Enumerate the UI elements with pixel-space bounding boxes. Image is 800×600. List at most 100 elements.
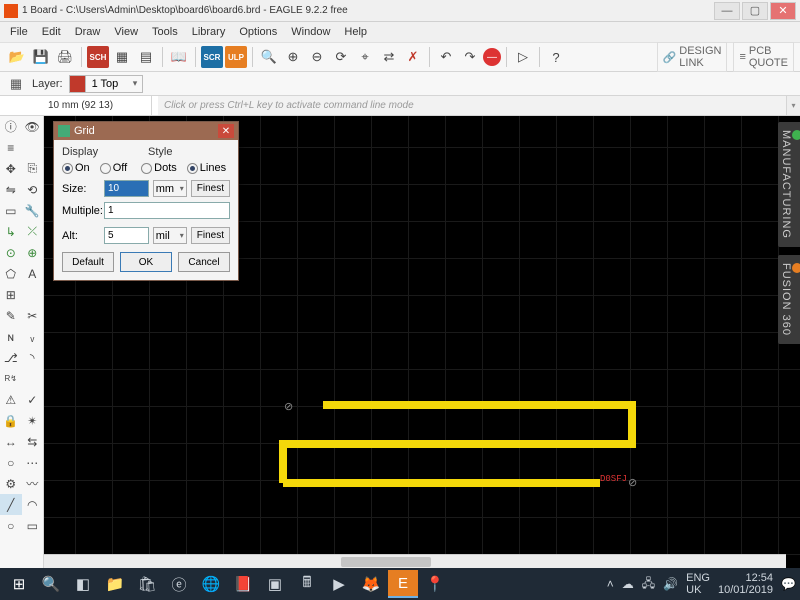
ratsnest-tool-icon[interactable]: R↯: [0, 368, 22, 389]
taskbar-calc-icon[interactable]: 🖩: [292, 570, 322, 598]
menu-options[interactable]: Options: [233, 24, 283, 40]
board-icon[interactable]: ▦: [111, 46, 133, 68]
command-history-dropdown[interactable]: ▾: [786, 96, 800, 115]
print-icon[interactable]: 🖨: [54, 46, 76, 68]
taskbar-media-icon[interactable]: ▶: [324, 570, 354, 598]
scr-button[interactable]: SCR: [201, 46, 223, 68]
help-icon[interactable]: ?: [545, 46, 567, 68]
zoom-select-icon[interactable]: ⌖: [354, 46, 376, 68]
tray-notifications-icon[interactable]: 💬: [781, 577, 796, 591]
ripup-tool-icon[interactable]: ⤫: [22, 221, 44, 242]
attribute-tool-icon[interactable]: ⋯: [22, 452, 44, 473]
sch-button[interactable]: SCH: [87, 46, 109, 68]
lock-tool-icon[interactable]: 🔒: [0, 410, 22, 431]
ok-button[interactable]: OK: [120, 252, 172, 272]
eye-tool-icon[interactable]: 👁: [22, 116, 44, 137]
style-lines-radio[interactable]: [187, 163, 198, 174]
zoom-redraw-icon[interactable]: ⟳: [330, 46, 352, 68]
smash-tool-icon[interactable]: ✴: [22, 410, 44, 431]
menu-draw[interactable]: Draw: [69, 24, 107, 40]
optimize-tool-icon[interactable]: ⚙: [0, 473, 22, 494]
menu-help[interactable]: Help: [338, 24, 373, 40]
taskbar-explorer-icon[interactable]: 📁: [100, 570, 130, 598]
taskbar-pdf-icon[interactable]: 📕: [228, 570, 258, 598]
arc-tool-icon[interactable]: ◠: [22, 494, 44, 515]
manufacturing-tab[interactable]: MANUFACTURING: [778, 122, 800, 247]
grid-dialog-close-button[interactable]: ✕: [218, 124, 234, 138]
alt-finest-button[interactable]: Finest: [191, 227, 230, 244]
menu-view[interactable]: View: [108, 24, 144, 40]
polygon-tool-icon[interactable]: ⬠: [0, 263, 22, 284]
value-tool-icon[interactable]: ᵥ: [22, 326, 44, 347]
info-tool-icon[interactable]: ⓘ: [0, 116, 22, 137]
layers-tool-icon[interactable]: ≡: [0, 137, 22, 158]
command-line[interactable]: Click or press Ctrl+L key to activate co…: [158, 96, 786, 115]
taskbar-app-icon[interactable]: 📍: [420, 570, 450, 598]
display-on-radio[interactable]: [62, 163, 73, 174]
edit-tool-icon[interactable]: ✎: [0, 305, 22, 326]
mirror-tool-icon[interactable]: ⇋: [0, 179, 22, 200]
grid-toggle-icon[interactable]: ▦: [6, 74, 26, 94]
change-tool-icon[interactable]: 🔧: [22, 200, 44, 221]
redo-icon[interactable]: ↷: [459, 46, 481, 68]
split-tool-icon[interactable]: ⎇: [0, 347, 22, 368]
design-link-button[interactable]: 🔗DESIGN LINK: [657, 42, 728, 72]
menu-tools[interactable]: Tools: [146, 24, 184, 40]
display-off-radio[interactable]: [100, 163, 111, 174]
pcb-quote-button[interactable]: ≡PCB QUOTE: [733, 42, 794, 72]
default-button[interactable]: Default: [62, 252, 114, 272]
line-tool-icon[interactable]: ╱: [0, 494, 22, 515]
taskbar-edge-icon[interactable]: ⓔ: [164, 570, 194, 598]
menu-library[interactable]: Library: [186, 24, 232, 40]
size-unit-select[interactable]: mm: [153, 180, 187, 197]
tray-cloud-icon[interactable]: ☁: [622, 577, 634, 591]
menu-edit[interactable]: Edit: [36, 24, 67, 40]
move-tool-icon[interactable]: ✥: [0, 158, 22, 179]
name-tool-icon[interactable]: ɴ: [0, 326, 22, 347]
sheet-icon[interactable]: ▤: [135, 46, 157, 68]
cancel-button[interactable]: Cancel: [178, 252, 230, 272]
circle-tool-icon[interactable]: ○: [0, 515, 22, 536]
zoom-fit-icon[interactable]: 🔍: [258, 46, 280, 68]
search-button[interactable]: 🔍: [36, 570, 66, 598]
alt-unit-select[interactable]: mil: [153, 227, 187, 244]
horizontal-scrollbar[interactable]: [44, 554, 786, 568]
taskbar-eagle-icon[interactable]: E: [388, 570, 418, 598]
zoom-in-icon[interactable]: ⊕: [282, 46, 304, 68]
ulp-button[interactable]: ULP: [225, 46, 247, 68]
hole-tool-icon[interactable]: ○: [0, 452, 22, 473]
style-dots-radio[interactable]: [141, 163, 152, 174]
add-tool-icon[interactable]: ⊞: [0, 284, 22, 305]
taskbar-terminal-icon[interactable]: ▣: [260, 570, 290, 598]
size-finest-button[interactable]: Finest: [191, 180, 230, 197]
text-tool-icon[interactable]: A: [22, 263, 44, 284]
taskbar-firefox-icon[interactable]: 🦊: [356, 570, 386, 598]
via-tool-icon[interactable]: ⊙: [0, 242, 22, 263]
tray-lang[interactable]: ENGUK: [686, 572, 710, 596]
layer-select[interactable]: 1 Top: [69, 75, 144, 93]
miter-tool-icon[interactable]: ◝: [22, 347, 44, 368]
delete-tool-icon[interactable]: ✂: [22, 305, 44, 326]
zoom-out-icon[interactable]: ⊖: [306, 46, 328, 68]
go-icon[interactable]: ▷: [512, 46, 534, 68]
tray-up-icon[interactable]: ˄: [607, 577, 614, 591]
taskbar-chrome-icon[interactable]: 🌐: [196, 570, 226, 598]
start-button[interactable]: ⊞: [4, 570, 34, 598]
stop-icon[interactable]: —: [483, 48, 501, 66]
close-button[interactable]: ✕: [770, 2, 796, 20]
fusion360-tab[interactable]: FUSION 360: [778, 255, 800, 344]
pinswap-tool-icon[interactable]: ⇆: [22, 431, 44, 452]
size-input[interactable]: [104, 180, 149, 197]
group-tool-icon[interactable]: ▭: [0, 200, 22, 221]
library-icon[interactable]: 📖: [168, 46, 190, 68]
meander-tool-icon[interactable]: 〰: [22, 473, 44, 494]
drc-tool-icon[interactable]: ⚠: [0, 389, 22, 410]
multiple-input[interactable]: [104, 202, 230, 219]
menu-window[interactable]: Window: [285, 24, 336, 40]
copy-tool-icon[interactable]: ⎘: [22, 158, 44, 179]
dimension-tool-icon[interactable]: ↔: [0, 431, 22, 452]
route-tool-icon[interactable]: ↳: [0, 221, 22, 242]
errors-tool-icon[interactable]: ✓: [22, 389, 44, 410]
alt-input[interactable]: [104, 227, 149, 244]
save-icon[interactable]: 💾: [30, 46, 52, 68]
